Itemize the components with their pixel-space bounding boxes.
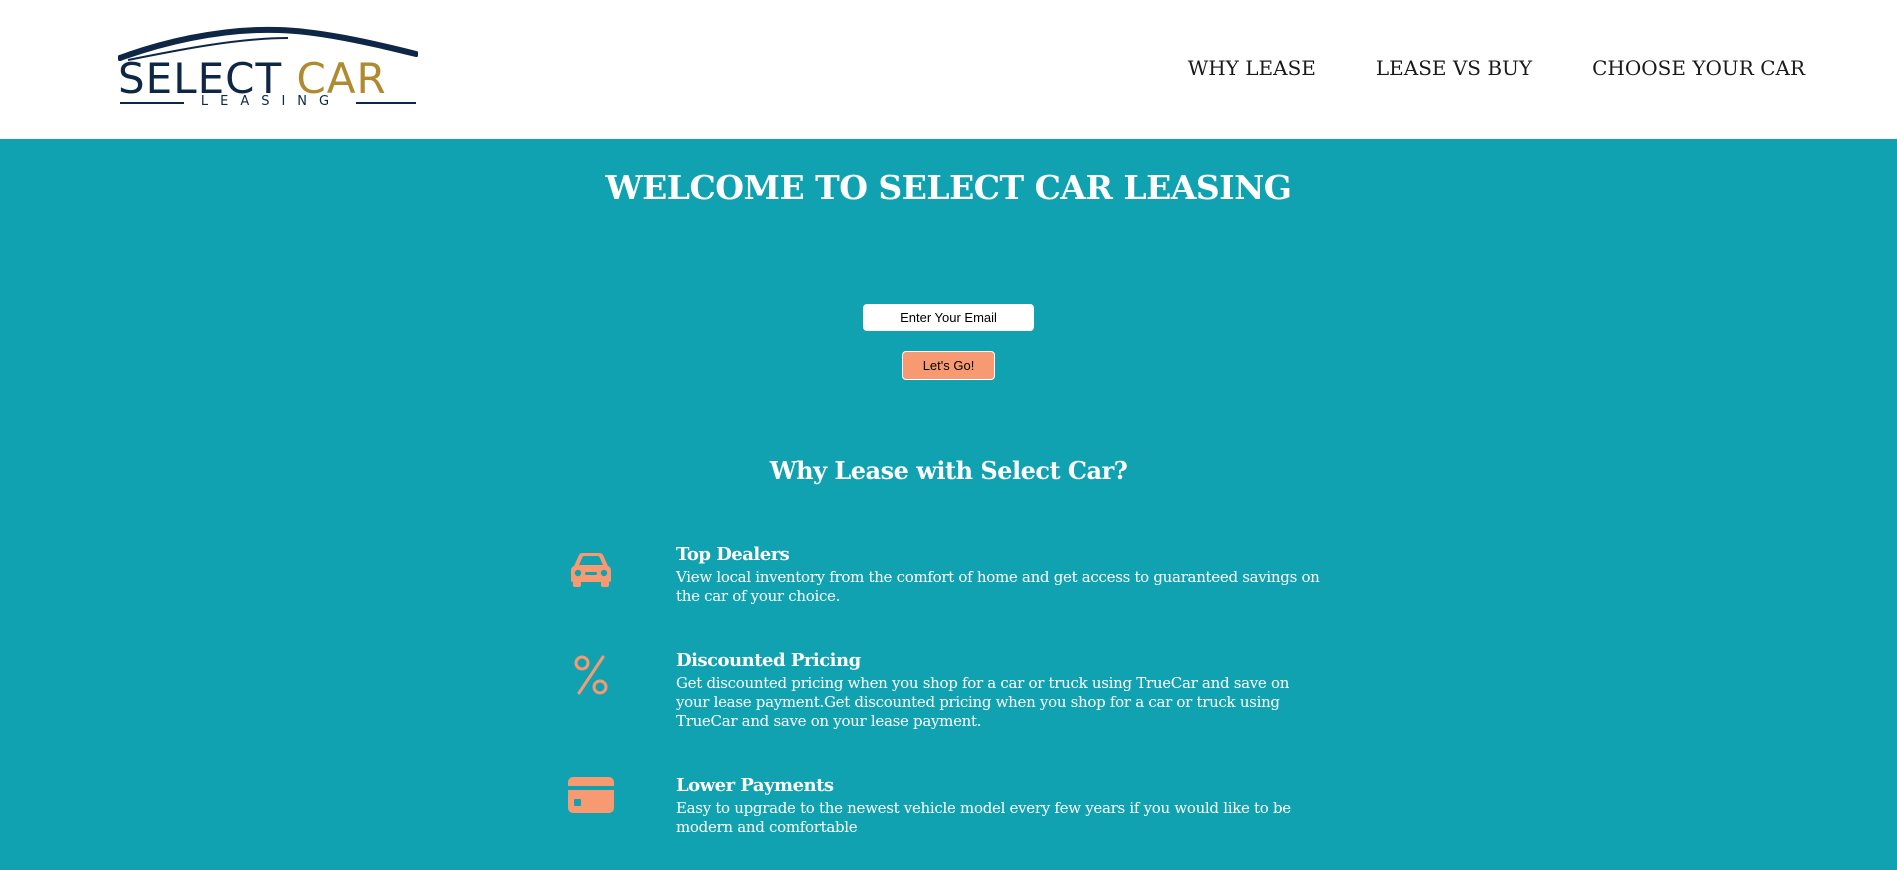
nav-why-lease[interactable]: WHY LEASE — [1188, 56, 1316, 80]
feature-text: Lower Payments Easy to upgrade to the ne… — [676, 773, 1326, 837]
percent-icon — [563, 648, 619, 704]
lets-go-button[interactable]: Let's Go! — [902, 351, 995, 380]
email-input[interactable] — [863, 304, 1034, 331]
logo-tagline: LEASING — [118, 94, 418, 110]
logo-tagline-rule-left — [120, 102, 184, 104]
hero-title: WELCOME TO SELECT CAR LEASING — [605, 168, 1292, 207]
feature-text: Top Dealers View local inventory from th… — [676, 542, 1326, 606]
feature-description: Easy to upgrade to the newest vehicle mo… — [676, 799, 1291, 836]
logo-tagline-rule-right — [356, 102, 416, 104]
why-lease-title: Why Lease with Select Car? — [769, 456, 1128, 485]
feature-description: Get discounted pricing when you shop for… — [676, 674, 1290, 730]
credit-card-icon — [563, 773, 619, 829]
select-car-leasing-logo[interactable]: SELECT CAR LEASING — [118, 24, 418, 114]
car-icon — [563, 542, 619, 598]
logo-tagline-text: LEASING — [200, 94, 342, 109]
main-nav: WHY LEASE LEASE VS BUY CHOOSE YOUR CAR — [1188, 56, 1805, 80]
nav-lease-vs-buy[interactable]: LEASE VS BUY — [1376, 56, 1532, 80]
site-header: SELECT CAR LEASING WHY LEASE LEASE VS BU… — [0, 0, 1897, 139]
feature-title: Discounted Pricing — [676, 650, 861, 671]
feature-title: Top Dealers — [676, 544, 790, 565]
nav-choose-your-car[interactable]: CHOOSE YOUR CAR — [1592, 56, 1805, 80]
feature-title: Lower Payments — [676, 775, 834, 796]
feature-text: Discounted Pricing Get discounted pricin… — [676, 648, 1326, 731]
feature-description: View local inventory from the comfort of… — [676, 568, 1320, 605]
